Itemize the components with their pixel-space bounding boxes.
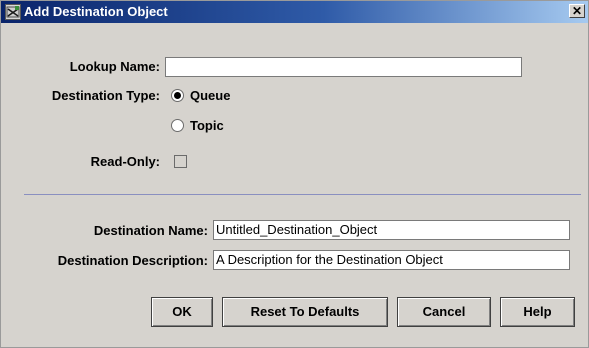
app-icon — [5, 4, 21, 20]
lookup-name-label: Lookup Name: — [69, 59, 160, 74]
close-button[interactable]: ✕ — [569, 4, 585, 18]
dialog-title: Add Destination Object — [24, 4, 168, 19]
destination-name-label: Destination Name: — [93, 223, 208, 238]
radio-selected-dot — [174, 92, 181, 99]
destination-description-label: Destination Description: — [57, 253, 208, 268]
help-button[interactable]: Help — [500, 297, 575, 327]
ok-button[interactable]: OK — [151, 297, 213, 327]
queue-radio-label[interactable]: Queue — [190, 88, 230, 103]
dialog-window: Add Destination Object ✕ Lookup Name: De… — [0, 0, 589, 348]
read-only-label: Read-Only: — [90, 154, 160, 169]
topic-radio[interactable] — [171, 119, 184, 132]
reset-to-defaults-button[interactable]: Reset To Defaults — [222, 297, 388, 327]
section-divider — [24, 194, 581, 195]
destination-name-input[interactable]: Untitled_Destination_Object — [213, 220, 570, 240]
destination-description-input[interactable]: A Description for the Destination Object — [213, 250, 570, 270]
title-bar[interactable]: Add Destination Object ✕ — [1, 1, 588, 23]
destination-type-label: Destination Type: — [51, 88, 160, 103]
read-only-checkbox[interactable] — [174, 155, 187, 168]
cancel-button[interactable]: Cancel — [397, 297, 491, 327]
lookup-name-input[interactable] — [165, 57, 522, 77]
topic-radio-label[interactable]: Topic — [190, 118, 224, 133]
queue-radio[interactable] — [171, 89, 184, 102]
